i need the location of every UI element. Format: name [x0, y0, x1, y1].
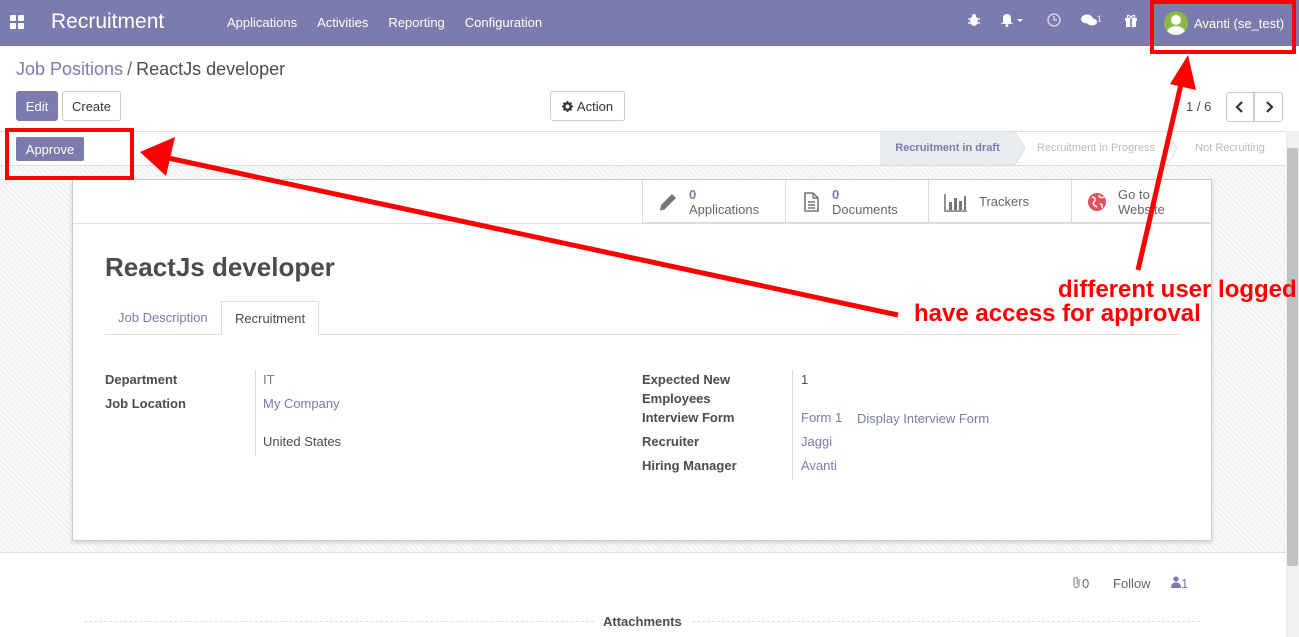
expected-employees-label-line2: Employees — [642, 391, 711, 406]
hiring-manager-label: Hiring Manager — [642, 458, 737, 473]
recruiter-value[interactable]: Jaggi — [801, 434, 832, 449]
interview-form-value[interactable]: Form 1 — [801, 410, 842, 425]
bell-icon[interactable] — [1000, 13, 1024, 30]
applications-count: 0 — [689, 186, 697, 202]
trackers-label: Trackers — [979, 194, 1030, 209]
job-location-country: United States — [263, 434, 342, 449]
tab-job-description[interactable]: Job Description — [105, 301, 221, 335]
followers-count: 1 — [1181, 576, 1189, 591]
documents-count: 0 — [832, 186, 840, 202]
stage-chevron-icon — [1167, 132, 1177, 165]
recruiter-label: Recruiter — [642, 434, 700, 449]
website-smart-button[interactable]: Go to Website — [1071, 180, 1214, 223]
pager-next-button[interactable] — [1254, 92, 1283, 122]
attachments-divider — [692, 621, 1200, 622]
tab-recruitment[interactable]: Recruitment — [221, 301, 320, 335]
pencil-icon — [659, 193, 676, 210]
edit-button[interactable]: Edit — [16, 91, 58, 121]
breadcrumb-separator: / — [127, 59, 133, 79]
menu-activities[interactable]: Activities — [307, 0, 378, 46]
documents-label: Documents — [832, 201, 898, 217]
app-title[interactable]: Recruitment — [51, 10, 164, 34]
create-button[interactable]: Create — [62, 91, 121, 121]
user-icon — [1171, 576, 1181, 588]
expected-employees-label-line1: Expected New — [642, 372, 731, 387]
smart-buttons-divider — [73, 223, 1211, 224]
bug-icon[interactable] — [967, 13, 981, 30]
gear-icon — [561, 100, 573, 112]
website-label-line1: Go to — [1118, 186, 1150, 202]
department-label: Department — [105, 372, 178, 387]
menu-applications[interactable]: Applications — [217, 0, 307, 46]
field-divider — [792, 370, 793, 480]
job-title: ReactJs developer — [105, 252, 335, 282]
attachments-label: Attachments — [603, 614, 682, 629]
approve-highlight-box — [5, 128, 134, 180]
messages-badge: 1 — [1097, 14, 1102, 24]
website-label-line2: Website — [1118, 201, 1165, 217]
document-icon — [804, 191, 819, 212]
followers-counter[interactable]: 1 — [1171, 576, 1188, 591]
action-label: Action — [576, 98, 614, 114]
top-navbar: Recruitment Applications Activities Repo… — [0, 0, 1299, 46]
action-button[interactable]: Action — [550, 91, 625, 121]
breadcrumb-job-positions[interactable]: Job Positions — [16, 59, 123, 79]
gift-icon[interactable] — [1124, 13, 1138, 30]
applications-smart-button[interactable]: 0 Applications — [642, 180, 785, 223]
menu-configuration[interactable]: Configuration — [455, 0, 552, 46]
breadcrumb-current: ReactJs developer — [136, 59, 286, 79]
attachments-count: 0 — [1082, 576, 1090, 591]
stage-chevron-icon — [1015, 132, 1025, 165]
bar-chart-icon — [944, 193, 967, 212]
chevron-left-icon — [1235, 101, 1243, 113]
menu-reporting[interactable]: Reporting — [378, 0, 454, 46]
applications-label: Applications — [689, 201, 760, 217]
user-highlight-box — [1150, 0, 1296, 54]
breadcrumb: Job Positions / ReactJs developer — [16, 59, 285, 80]
department-value[interactable]: IT — [263, 372, 275, 387]
stage-recruitment-draft[interactable]: Recruitment in draft — [880, 132, 1015, 165]
smart-buttons: 0 Applications 0 Documents Trackers Go to W… — [642, 180, 1214, 223]
display-interview-form-link[interactable]: Display Interview Form — [857, 411, 989, 426]
paperclip-icon — [1073, 576, 1080, 589]
chat-icon[interactable]: 1 — [1081, 13, 1101, 30]
interview-form-label: Interview Form — [642, 410, 735, 425]
attachments-divider — [84, 621, 594, 622]
globe-icon — [1088, 192, 1106, 211]
job-location-label: Job Location — [105, 396, 186, 411]
statusbar: Approve Recruitment in draft Recruitment… — [0, 131, 1299, 166]
form-sheet: 0 Applications 0 Documents Trackers Go to W… — [72, 179, 1214, 541]
trackers-smart-button[interactable]: Trackers — [928, 180, 1071, 223]
expected-employees-value: 1 — [801, 372, 809, 387]
stage-not-recruiting[interactable]: Not Recruiting — [1177, 132, 1283, 165]
annotation-line2: have access for approval — [914, 300, 1201, 327]
main-menu: Applications Activities Reporting Config… — [217, 0, 552, 46]
job-location-company[interactable]: My Company — [263, 396, 340, 411]
stage-recruitment-progress[interactable]: Recruitment in Progress — [1025, 132, 1167, 165]
pager-value[interactable]: 1 / 6 — [1186, 99, 1211, 114]
scrollbar-thumb[interactable] — [1287, 148, 1298, 566]
field-divider — [255, 370, 256, 456]
follow-button[interactable]: Follow — [1113, 576, 1151, 591]
attachments-counter[interactable]: 0 — [1072, 576, 1089, 591]
hiring-manager-value[interactable]: Avanti — [801, 458, 837, 473]
clock-icon[interactable] — [1047, 13, 1061, 30]
pager-previous-button[interactable] — [1226, 92, 1254, 122]
documents-smart-button[interactable]: 0 Documents — [785, 180, 928, 223]
apps-grid-icon[interactable] — [10, 15, 26, 29]
chevron-right-icon — [1265, 101, 1274, 113]
